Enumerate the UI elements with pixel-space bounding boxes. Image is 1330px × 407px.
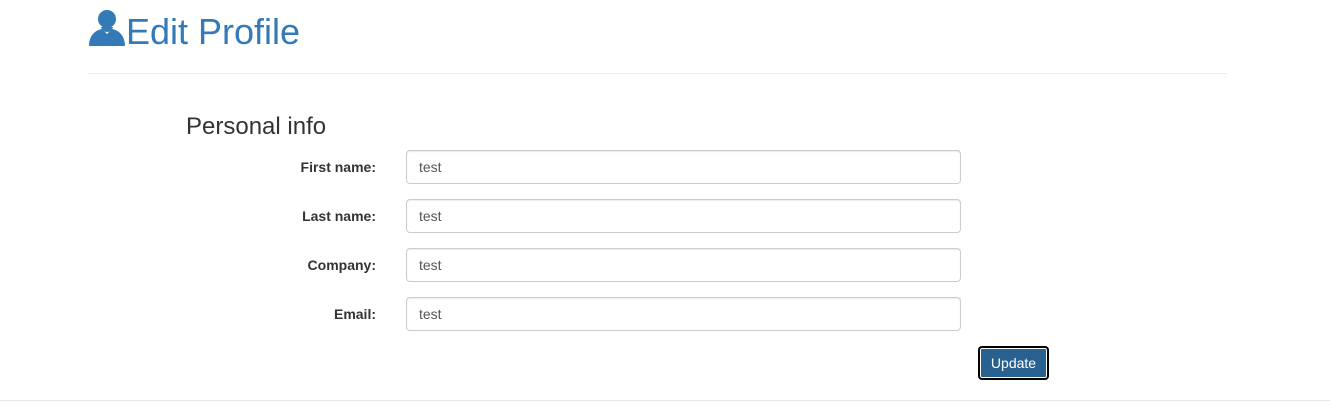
update-button[interactable]: Update	[978, 346, 1049, 380]
last-name-input[interactable]	[406, 199, 961, 233]
last-name-row: Last name:	[186, 199, 962, 233]
first-name-label: First name:	[300, 159, 376, 175]
company-label: Company:	[307, 257, 376, 273]
company-input[interactable]	[406, 248, 961, 282]
header-divider	[88, 73, 1228, 74]
last-name-label: Last name:	[302, 208, 376, 224]
first-name-row: First name:	[186, 150, 962, 184]
company-row: Company:	[186, 248, 962, 282]
page: Edit Profile Personal info First name: L…	[0, 0, 1330, 407]
user-icon	[88, 8, 126, 46]
page-title: Edit Profile	[126, 11, 301, 52]
page-header: Edit Profile	[88, 8, 300, 56]
email-row: Email:	[186, 297, 962, 331]
email-input[interactable]	[406, 297, 961, 331]
email-label: Email:	[333, 306, 376, 322]
footer-divider	[0, 400, 1330, 401]
section-heading: Personal info	[186, 113, 327, 140]
first-name-input[interactable]	[406, 150, 961, 184]
